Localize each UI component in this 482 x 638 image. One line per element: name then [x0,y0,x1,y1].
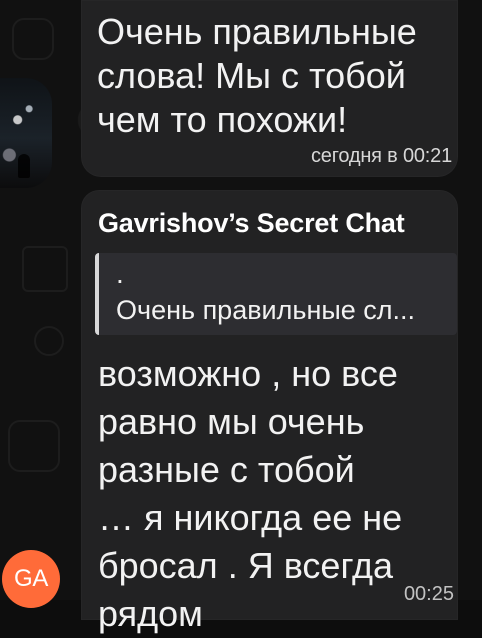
user-avatar-photo[interactable] [0,78,52,188]
reply-preview[interactable]: . Очень правильные сл... [95,253,457,335]
reply-preview-text: Очень правильные сл... [116,295,416,325]
incoming-message-time: 00:25 [403,583,454,605]
doodle-shape-4 [34,326,64,356]
doodle-shape-2 [22,246,68,292]
reply-marker: . [116,258,124,289]
reply-accent-bar [95,253,99,335]
doodle-shape-1 [12,18,54,60]
sender-avatar[interactable]: GA [2,550,60,608]
doodle-shape-3 [8,420,60,472]
outgoing-message-text: Очень правильные слова! Мы с тобой чем т… [97,11,417,140]
outgoing-message-time: сегодня в 00:21 [311,145,452,167]
sender-name[interactable]: Gavrishov’s Secret Chat [98,207,405,239]
